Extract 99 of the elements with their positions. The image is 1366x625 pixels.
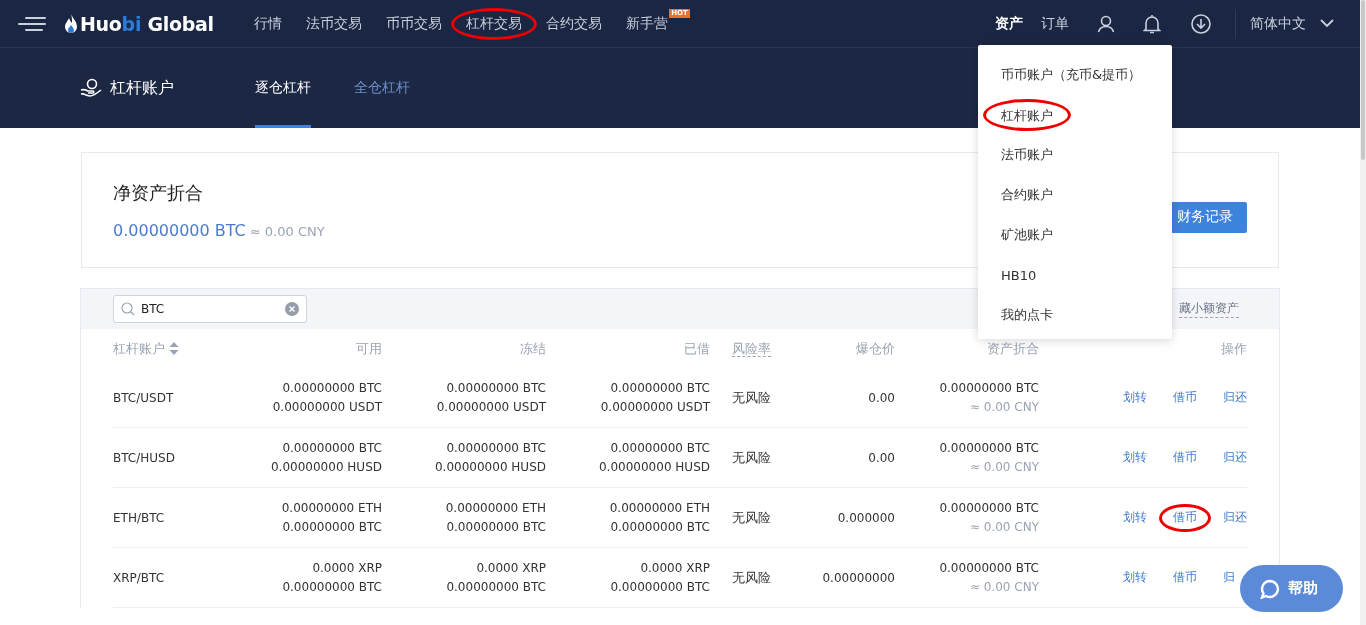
table-cell: XRP/BTC bbox=[113, 570, 165, 585]
table-cell: 0.00000000 bbox=[822, 570, 895, 585]
table-cell: 0.00000000 BTC bbox=[939, 501, 1039, 515]
action-link[interactable]: 归还 bbox=[1223, 509, 1247, 526]
column-header: 可用 bbox=[356, 339, 382, 358]
table-cell: 0.0000 XRP bbox=[476, 561, 546, 575]
tab[interactable]: 全仓杠杆 bbox=[354, 48, 410, 128]
table-cell: 0.00000000 ETH bbox=[445, 501, 546, 515]
table-cell: 0.00000000 ETH bbox=[281, 501, 382, 515]
table-cell: 0.0000 XRP bbox=[312, 561, 382, 575]
table-cell: 0.00000000 BTC bbox=[282, 441, 382, 455]
table-cell: 0.00000000 ETH bbox=[609, 501, 710, 515]
search-field[interactable]: BTC bbox=[113, 295, 307, 323]
menu-item[interactable]: 杠杆账户 bbox=[1001, 108, 1053, 123]
menu-item[interactable]: 合约账户 bbox=[1001, 186, 1053, 204]
summary-title: 净资产折合 bbox=[113, 181, 203, 203]
table-cell: 无风险 bbox=[732, 508, 771, 527]
table-cell: 无风险 bbox=[732, 448, 771, 467]
action-link[interactable]: 归还 bbox=[1223, 449, 1247, 466]
table-cell: 0.00000000 USDT bbox=[600, 400, 710, 414]
table-cell: 0.00000000 USDT bbox=[272, 400, 382, 414]
table-cell: ETH/BTC bbox=[113, 510, 165, 525]
hide-small-assets-toggle[interactable]: 藏小额资产 bbox=[1179, 300, 1239, 318]
net-asset-value: 0.00000000 BTC bbox=[113, 220, 246, 240]
table-cell: 0.00000000 HUSD bbox=[271, 460, 382, 474]
chevron-down-icon[interactable] bbox=[1320, 19, 1334, 28]
language-selector[interactable]: 简体中文 bbox=[1250, 14, 1306, 33]
menu-item[interactable]: 法币账户 bbox=[1001, 146, 1053, 164]
action-link[interactable]: 借币 bbox=[1173, 509, 1197, 526]
column-header: 风险率 bbox=[732, 340, 771, 357]
page-title: 杠杆账户 bbox=[110, 77, 174, 99]
download-icon[interactable] bbox=[1191, 13, 1211, 34]
table-cell: 0.00000000 BTC bbox=[610, 580, 710, 594]
table-cell: 无风险 bbox=[732, 388, 771, 407]
nav-link[interactable]: 法币交易 bbox=[305, 14, 362, 33]
clear-icon[interactable] bbox=[285, 302, 299, 316]
nav-link[interactable]: 杠杆交易 bbox=[465, 14, 522, 31]
nav-link[interactable]: 资产 bbox=[995, 14, 1023, 33]
action-link[interactable]: 借币 bbox=[1173, 449, 1197, 466]
table-cell: 0.00000000 BTC bbox=[446, 520, 546, 534]
action-link[interactable]: 借币 bbox=[1173, 569, 1197, 586]
table-cell: ≈ 0.00 CNY bbox=[969, 400, 1039, 414]
column-header: 爆仓价 bbox=[856, 339, 895, 358]
table-cell: 0.00000000 BTC bbox=[446, 580, 546, 594]
column-header: 已借 bbox=[684, 339, 710, 358]
action-link[interactable]: 借币 bbox=[1173, 389, 1197, 406]
column-header: 冻结 bbox=[520, 339, 546, 358]
table-cell: ≈ 0.00 CNY bbox=[969, 460, 1039, 474]
nav-link[interactable]: 币币交易 bbox=[385, 14, 442, 33]
table-cell: 0.00000000 BTC bbox=[446, 381, 546, 395]
tab[interactable]: 逐仓杠杆 bbox=[255, 48, 311, 128]
table-cell: 0.00 bbox=[868, 390, 895, 405]
scrollbar-thumb[interactable] bbox=[1361, 0, 1365, 160]
table-cell: 0.00000000 BTC bbox=[939, 381, 1039, 395]
table-cell: 0.00000000 BTC bbox=[610, 520, 710, 534]
table-cell: 0.00000000 BTC bbox=[446, 441, 546, 455]
table-cell: 0.0000 XRP bbox=[640, 561, 710, 575]
table-cell: 0.00000000 USDT bbox=[436, 400, 546, 414]
action-link[interactable]: 划转 bbox=[1123, 389, 1147, 406]
bell-icon[interactable] bbox=[1143, 13, 1161, 34]
table-cell: 0.00 bbox=[868, 450, 895, 465]
nav-link[interactable]: 行情 bbox=[253, 14, 282, 33]
cny-value: ≈ 0.00 CNY bbox=[249, 223, 325, 239]
table-cell: 0.00000000 HUSD bbox=[435, 460, 546, 474]
table-cell: 无风险 bbox=[732, 568, 771, 587]
menu-item[interactable]: 我的点卡 bbox=[1001, 306, 1053, 324]
action-link[interactable]: 划转 bbox=[1123, 449, 1147, 466]
menu-item[interactable]: 矿池账户 bbox=[1001, 226, 1053, 244]
table-cell: BTC/USDT bbox=[113, 390, 174, 405]
nav-link[interactable]: 新手营 bbox=[625, 14, 668, 31]
action-link[interactable]: 划转 bbox=[1123, 509, 1147, 526]
table-cell: ≈ 0.00 CNY bbox=[969, 520, 1039, 534]
menu-item[interactable]: HB10 bbox=[1001, 267, 1037, 283]
table-cell: 0.00000000 BTC bbox=[939, 441, 1039, 455]
action-link[interactable]: 划转 bbox=[1123, 569, 1147, 586]
column-header: 操作 bbox=[1221, 339, 1247, 358]
table-cell: BTC/HUSD bbox=[113, 450, 175, 465]
column-header: 资产折合 bbox=[987, 339, 1039, 358]
table-cell: 0.00000000 BTC bbox=[610, 381, 710, 395]
hand-coin-icon bbox=[80, 78, 102, 98]
chat-bubble-icon bbox=[1260, 578, 1280, 599]
table-cell: 0.00000000 BTC bbox=[282, 580, 382, 594]
menu-icon[interactable] bbox=[18, 15, 46, 32]
table-cell: 0.00000000 HUSD bbox=[599, 460, 710, 474]
menu-item[interactable]: 币币账户（充币&提币） bbox=[1001, 66, 1142, 84]
user-icon[interactable] bbox=[1097, 14, 1115, 33]
table-cell: ≈ 0.00 CNY bbox=[969, 580, 1039, 594]
nav-link[interactable]: 合约交易 bbox=[545, 14, 602, 33]
table-cell: 0.00000000 BTC bbox=[939, 561, 1039, 575]
table-cell: 0.00000000 BTC bbox=[282, 381, 382, 395]
table-cell: 0.00000000 BTC bbox=[610, 441, 710, 455]
table-cell: 0.00000000 BTC bbox=[282, 520, 382, 534]
action-link[interactable]: 归还 bbox=[1223, 389, 1247, 406]
logo-text: Huobi Global bbox=[80, 12, 214, 35]
action-link[interactable]: 归 bbox=[1223, 569, 1235, 586]
search-icon bbox=[121, 302, 135, 316]
flame-icon bbox=[64, 12, 78, 35]
nav-link[interactable]: 订单 bbox=[1041, 14, 1069, 33]
table-cell: 0.000000 bbox=[837, 510, 895, 525]
